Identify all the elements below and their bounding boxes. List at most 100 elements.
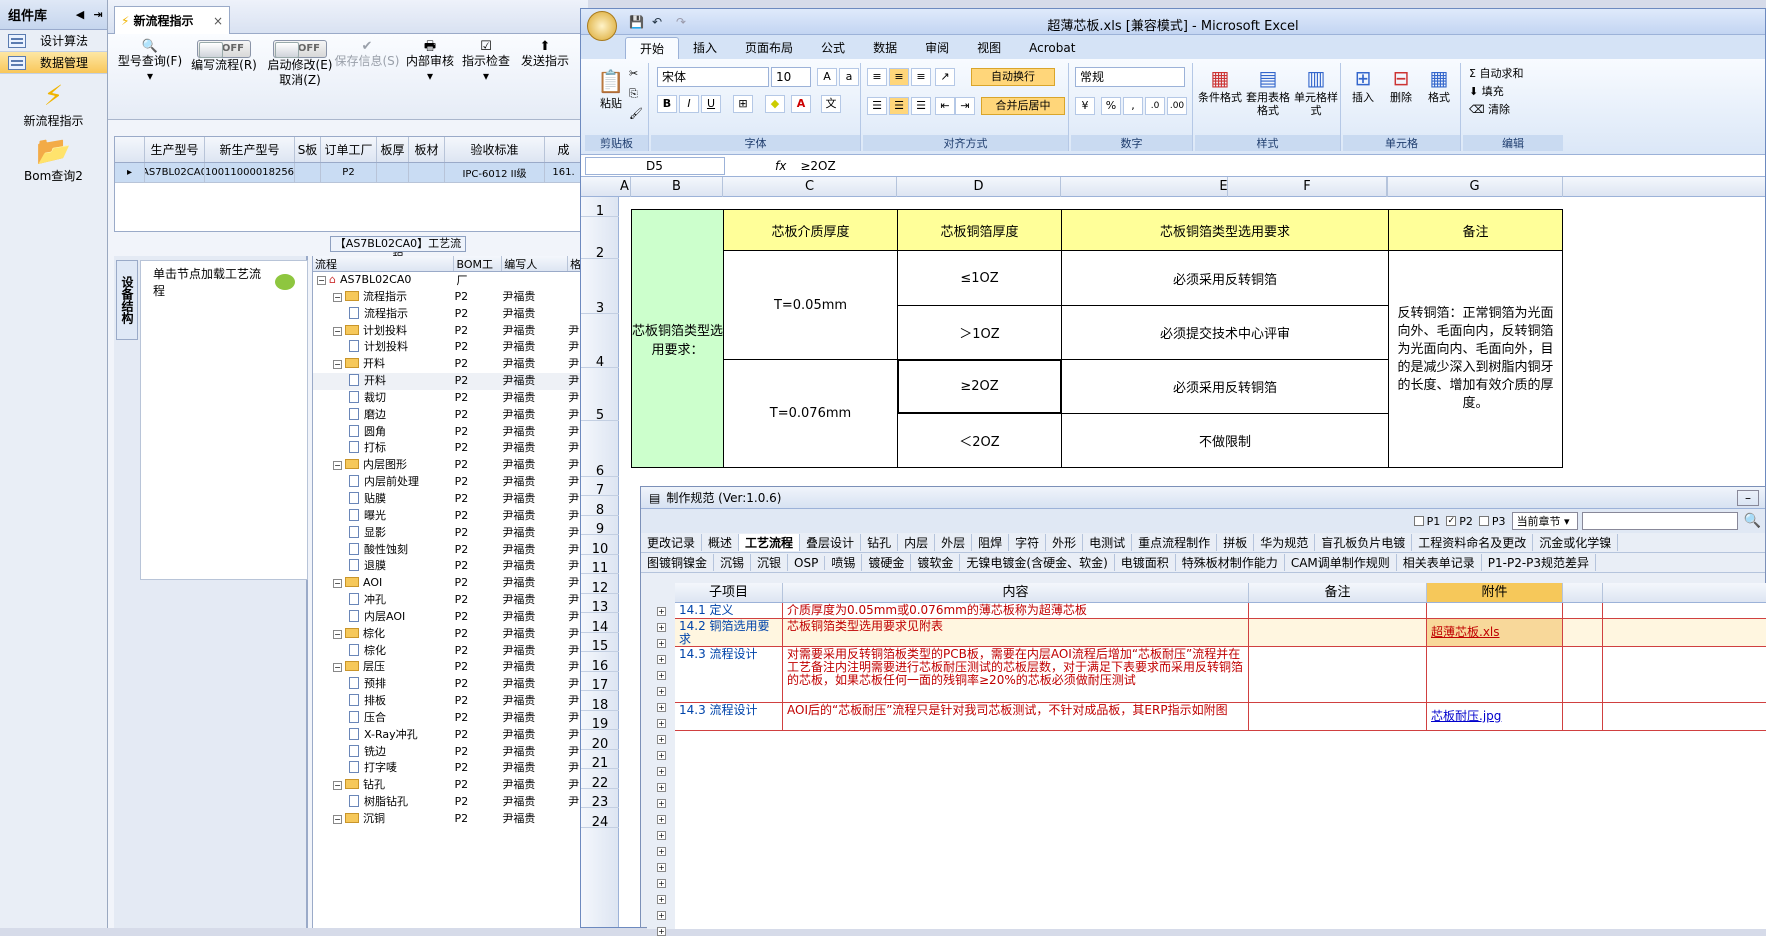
tab-page-layout[interactable]: 页面布局 <box>731 37 807 59</box>
expand-toggle-icon[interactable]: − <box>333 326 342 336</box>
chapter-tab[interactable]: 镀硬金 <box>862 554 912 571</box>
expand-row-icon[interactable]: + <box>657 815 666 824</box>
chapter-tab[interactable]: 盲孔板负片电镀 <box>1315 534 1413 551</box>
chapter-tab[interactable]: 概述 <box>702 534 740 551</box>
row-header[interactable]: 24 <box>581 808 619 830</box>
tree-row[interactable]: − AOI P2 尹福贵尹 <box>313 575 588 592</box>
chapter-tab[interactable]: 特殊板材制作能力 <box>1176 554 1285 571</box>
chapter-tab[interactable]: 镀软金 <box>911 554 961 571</box>
model-query-button[interactable]: 🔍 型号查询(F) ▾ <box>114 40 186 84</box>
column-header[interactable]: B <box>631 177 723 197</box>
decrease-indent-icon[interactable]: ⇤ <box>935 97 955 115</box>
collapse-left-icon[interactable]: ◀ <box>71 8 89 21</box>
row-header[interactable]: 9 <box>581 515 619 537</box>
row-header[interactable]: 16 <box>581 652 619 674</box>
filter-p1-checkbox[interactable] <box>1413 516 1424 526</box>
tab-data[interactable]: 数据 <box>859 37 911 59</box>
filter-p2-checkbox[interactable]: ✓ <box>1446 516 1457 526</box>
chapter-tab[interactable]: 电镀面积 <box>1115 554 1176 571</box>
pin-icon[interactable]: ⇥ <box>89 8 107 21</box>
tab-review[interactable]: 审阅 <box>911 37 963 59</box>
copy-icon[interactable]: ⎘ <box>629 87 638 100</box>
function-icon[interactable]: fx <box>775 159 786 173</box>
chapter-tab[interactable]: 钻孔 <box>861 534 899 551</box>
chapter-tab[interactable]: 外形 <box>1046 534 1084 551</box>
name-box[interactable]: D5 <box>585 156 725 175</box>
tree-row[interactable]: 压合 P2 尹福贵尹 <box>313 710 588 727</box>
table-row[interactable]: ▸ AS7BL02CA0 10011000018256 P2 IPC-6012 … <box>115 163 583 183</box>
row-header[interactable]: 13 <box>581 593 619 615</box>
chapter-tab[interactable]: 更改记录 <box>641 534 703 551</box>
tree-row[interactable]: − ⌂ AS7BL02CA0 <box>313 272 588 289</box>
tab-home[interactable]: 开始 <box>625 37 680 59</box>
internal-audit-button[interactable]: 🖶 内部审核 ▾ <box>404 40 456 84</box>
comma-icon[interactable]: , <box>1123 97 1143 115</box>
tab-formulas[interactable]: 公式 <box>807 37 859 59</box>
conditional-format-button[interactable]: ▦ 条件格式 <box>1197 65 1243 104</box>
chapter-tab[interactable]: 工艺流程 <box>739 534 801 551</box>
chapter-tab[interactable]: OSP <box>788 555 826 570</box>
increase-decimal-icon[interactable]: .0 <box>1145 97 1165 115</box>
expand-row-icon[interactable]: + <box>657 847 666 856</box>
tree-row[interactable]: − 层压 P2 尹福贵尹 <box>313 659 588 676</box>
expand-row-icon[interactable]: + <box>657 687 666 696</box>
chapter-tab[interactable]: 重点流程制作 <box>1132 534 1218 551</box>
new-process-shortcut[interactable]: ⚡ 新流程指示 <box>0 80 107 129</box>
chapter-select[interactable]: 当前章节 ▾ <box>1511 512 1578 530</box>
row-header[interactable]: 2 <box>581 217 619 261</box>
tree-row[interactable]: − 沉铜 P2 尹福贵 <box>313 811 588 828</box>
send-instruction-button[interactable]: ⬆ 发送指示 <box>516 40 574 69</box>
tree-row[interactable]: 退膜 P2 尹福贵尹 <box>313 558 588 575</box>
fill-color-icon[interactable]: ◆ <box>765 95 785 113</box>
requirement-cell[interactable]: 必须提交技术中心评审 <box>1061 305 1389 360</box>
row-header[interactable]: 18 <box>581 691 619 713</box>
number-format-select[interactable]: 常规 <box>1075 67 1185 87</box>
row-header[interactable]: 15 <box>581 632 619 654</box>
chapter-tab[interactable]: 内层 <box>898 534 936 551</box>
click-node-area[interactable]: 单击节点加载工艺流程 <box>140 260 308 580</box>
expand-toggle-icon[interactable]: − <box>333 461 342 471</box>
expand-row-icon[interactable]: + <box>657 767 666 776</box>
format-cells-button[interactable]: ▦ 格式 <box>1421 65 1457 104</box>
row-header[interactable]: 17 <box>581 671 619 693</box>
tree-row[interactable]: 磨边 P2 尹福贵尹 <box>313 407 588 424</box>
cell-style-button[interactable]: ▥ 单元格样式 <box>1293 65 1339 117</box>
wrap-text-button[interactable]: 自动换行 <box>971 68 1055 86</box>
format-painter-icon[interactable]: 🖌 <box>629 107 643 120</box>
tab-insert[interactable]: 插入 <box>679 37 731 59</box>
tree-row[interactable]: 棕化 P2 尹福贵尹 <box>313 643 588 660</box>
header-cell[interactable]: 芯板铜箔类型选用要求 <box>1061 209 1389 251</box>
expand-row-icon[interactable]: + <box>657 911 666 920</box>
row-header[interactable]: 8 <box>581 496 619 518</box>
tree-row[interactable]: − 流程指示 P2 尹福贵 <box>313 289 588 306</box>
italic-icon[interactable]: I <box>679 95 699 113</box>
row-header[interactable]: 22 <box>581 769 619 791</box>
cancel-button[interactable]: 取消(Z) <box>260 73 340 88</box>
chapter-tab[interactable]: P1-P2-P3规范差异 <box>1482 554 1597 571</box>
increase-indent-icon[interactable]: ⇥ <box>955 97 975 115</box>
tree-row[interactable]: 内层前处理 P2 尹福贵尹 <box>313 474 588 491</box>
write-process-toggle[interactable]: OFF 编写流程(R) <box>186 40 262 73</box>
delete-cells-button[interactable]: ⊟ 删除 <box>1383 65 1419 104</box>
table-row[interactable]: 14.1 定义 介质厚度为0.05mm或0.076mm的薄芯板称为超薄芯板 <box>675 603 1766 619</box>
save-info-button[interactable]: ✔ 保存信息(S) <box>334 40 400 69</box>
close-icon[interactable]: × <box>213 14 223 28</box>
expand-toggle-icon[interactable]: − <box>333 579 342 589</box>
cut-icon[interactable]: ✂ <box>629 67 638 80</box>
insert-cells-button[interactable]: ⊞ 插入 <box>1345 65 1381 104</box>
chapter-tab[interactable]: 沉金或化学镍 <box>1533 534 1619 551</box>
shrink-font-icon[interactable]: a <box>839 68 859 86</box>
tree-row[interactable]: − 计划投料 P2 尹福贵尹 <box>313 323 588 340</box>
tree-row[interactable]: X-Ray冲孔 P2 尹福贵尹 <box>313 727 588 744</box>
minimize-icon[interactable]: – <box>1737 489 1759 506</box>
row-header[interactable]: 10 <box>581 535 619 557</box>
table-label-cell[interactable]: 芯板铜箔类型选用要求： <box>631 209 724 468</box>
expand-toggle-icon[interactable]: − <box>317 276 326 285</box>
expand-toggle-icon[interactable]: − <box>333 629 342 639</box>
tab-view[interactable]: 视图 <box>963 37 1015 59</box>
chapter-tab[interactable]: CAM调单制作规则 <box>1285 554 1397 571</box>
chapter-tab[interactable]: 阻焊 <box>972 534 1010 551</box>
expand-row-icon[interactable]: + <box>657 863 666 872</box>
expand-toggle-icon[interactable]: − <box>333 815 342 824</box>
expand-row-icon[interactable]: + <box>657 751 666 760</box>
